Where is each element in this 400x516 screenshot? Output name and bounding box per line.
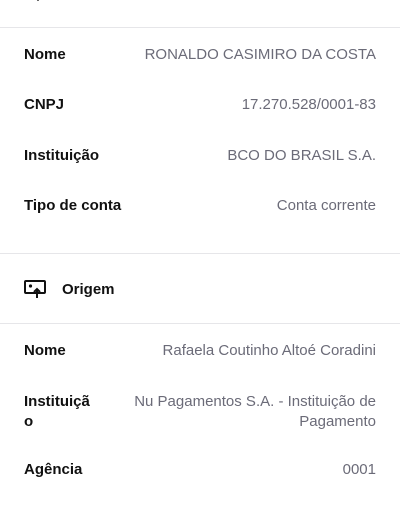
detail-row-instituicao: Instituição BCO DO BRASIL S.A. xyxy=(24,147,376,164)
origin-row-instituicao: Instituição Nu Pagamentos S.A. - Institu… xyxy=(24,392,376,432)
detail-row-nome: Nome RONALDO CASIMIRO DA COSTA xyxy=(24,46,376,63)
row-value: Nu Pagamentos S.A. - Instituição de Paga… xyxy=(134,393,376,430)
row-label: Instituição xyxy=(24,393,90,430)
screen-upload-icon xyxy=(24,280,46,298)
detail-row-tipo-de-conta: Tipo de conta Conta corrente xyxy=(24,197,376,214)
row-value: BCO DO BRASIL S.A. xyxy=(227,147,376,164)
section-divider xyxy=(0,323,400,324)
origin-row-agencia: Agência 0001 xyxy=(24,461,376,478)
row-value: Conta corrente xyxy=(276,197,376,214)
row-value: Rafaela Coutinho Altoé Coradini xyxy=(162,342,376,359)
row-label: Tipo de conta xyxy=(24,197,122,214)
section-divider xyxy=(0,253,400,254)
origin-title: Origem xyxy=(62,280,115,298)
row-label: Agência xyxy=(24,461,83,478)
chevron-down-icon xyxy=(36,0,40,2)
row-label: Nome xyxy=(24,46,66,63)
row-label: Instituição xyxy=(24,147,100,164)
row-label: CNPJ xyxy=(24,96,65,113)
origin-section-header: Origem xyxy=(24,279,115,299)
row-value: 17.270.528/0001-83 xyxy=(241,96,376,113)
origin-row-nome: Nome Rafaela Coutinho Altoé Coradini xyxy=(24,342,376,359)
row-value: RONALDO CASIMIRO DA COSTA xyxy=(144,46,376,63)
row-value: 0001 xyxy=(342,461,376,478)
row-label: Nome xyxy=(24,342,66,359)
top-divider xyxy=(0,27,400,28)
detail-row-cnpj: CNPJ 17.270.528/0001-83 xyxy=(24,96,376,113)
